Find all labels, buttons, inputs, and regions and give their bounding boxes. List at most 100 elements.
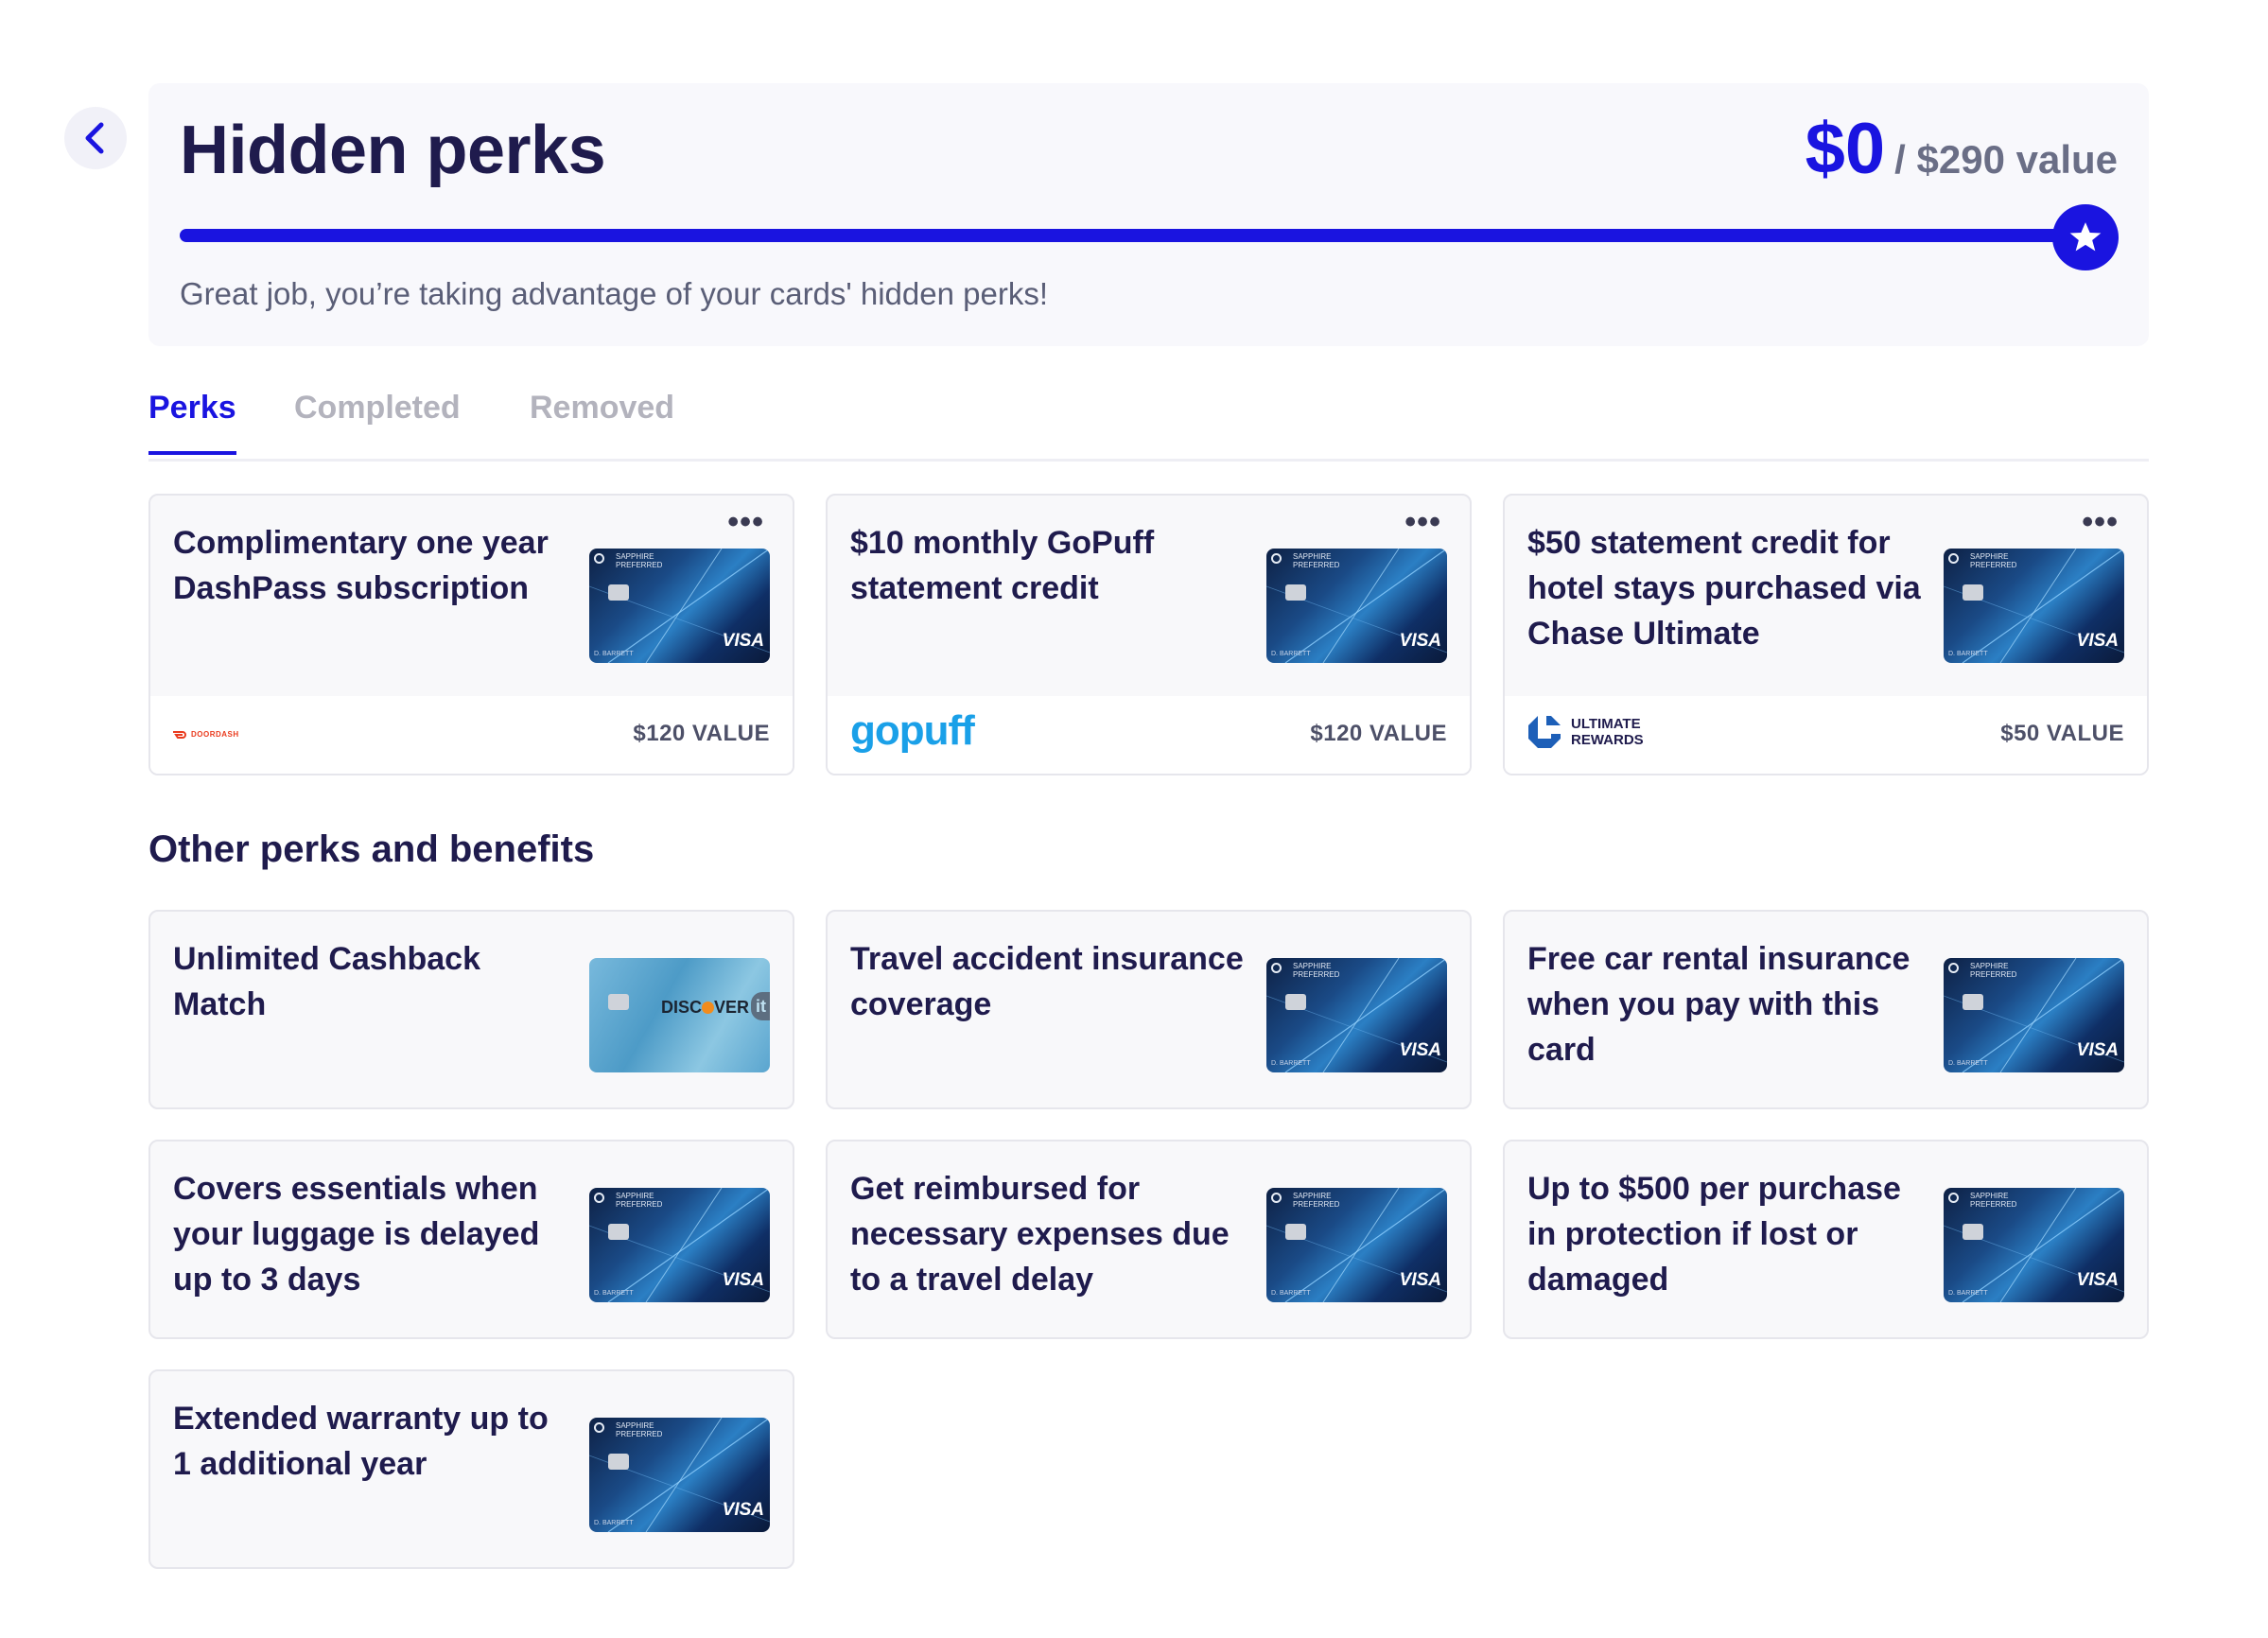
card-holder-name: D. BARRETT [1271, 1290, 1311, 1297]
doordash-icon [173, 730, 186, 739]
perk-card[interactable]: $50 statement credit for hotel stays pur… [1503, 494, 2149, 775]
tab-bar: Perks Completed Removed [148, 390, 2149, 462]
chase-sapphire-card-image: SAPPHIRE PREFERRED D. BARRETT VISA [1944, 958, 2124, 1072]
ultimate-rewards-wordmark: ULTIMATE REWARDS [1571, 716, 1644, 748]
chase-logo-icon [1271, 553, 1282, 564]
card-product-name: SAPPHIRE PREFERRED [1970, 962, 2017, 979]
card-holder-name: D. BARRETT [594, 1290, 634, 1297]
chase-logo-icon [1271, 963, 1282, 973]
chase-sapphire-card-image: SAPPHIRE PREFERRED D. BARRETT VISA [589, 549, 770, 663]
visa-logo: VISA [722, 1270, 764, 1290]
progress-message: Great job, you’re taking advantage of yo… [180, 276, 1049, 311]
discover-it-badge: it [751, 992, 770, 1020]
benefit-card[interactable]: Travel accident insurance coverage SAPPH… [826, 910, 1472, 1109]
benefit-title: Get reimbursed for necessary expenses du… [850, 1171, 1230, 1298]
visa-logo: VISA [2076, 1270, 2119, 1290]
chase-sapphire-card-image: SAPPHIRE PREFERRED D. BARRETT VISA [1266, 958, 1447, 1072]
card-product-name: SAPPHIRE PREFERRED [1293, 962, 1340, 979]
more-options-icon[interactable]: ••• [727, 506, 764, 538]
perks-value: $0 / $290 value [1806, 108, 2118, 190]
card-product-name: SAPPHIRE PREFERRED [616, 552, 663, 569]
benefit-card[interactable]: Extended warranty up to 1 additional yea… [148, 1369, 794, 1569]
card-chip [608, 584, 629, 601]
chevron-left-icon [85, 122, 104, 154]
chase-logo-icon [1948, 1193, 1959, 1203]
perks-summary-panel: Hidden perks $0 / $290 value Great job, … [148, 83, 2149, 346]
progress-fill [180, 229, 2062, 242]
perk-card-footer: ULTIMATE REWARDS $50 VALUE [1505, 696, 2147, 774]
card-holder-name: D. BARRETT [1271, 651, 1311, 657]
chase-logo-icon [1271, 1193, 1282, 1203]
perk-value: $50 VALUE [2000, 721, 2124, 746]
back-button[interactable] [64, 107, 127, 169]
perk-card[interactable]: $10 monthly GoPuff statement credit ••• … [826, 494, 1472, 775]
benefit-title: Covers essentials when your luggage is d… [173, 1171, 540, 1298]
doordash-wordmark: DOORDASH [191, 730, 239, 739]
benefit-title: Free car rental insurance when you pay w… [1527, 941, 1910, 1068]
star-badge [2052, 204, 2119, 270]
perk-value: $120 VALUE [633, 721, 770, 746]
perk-card-footer: gopuff $120 VALUE [828, 696, 1470, 774]
benefit-title: Travel accident insurance coverage [850, 941, 1244, 1022]
card-holder-name: D. BARRETT [1271, 1060, 1311, 1067]
chase-octagon-icon [1528, 716, 1561, 748]
perks-progress-bar [180, 229, 2062, 242]
perk-card-footer: DOORDASH $120 VALUE [150, 696, 793, 774]
card-product-name: SAPPHIRE PREFERRED [616, 1421, 663, 1438]
gopuff-logo: gopuff [850, 707, 975, 754]
benefit-card[interactable]: Get reimbursed for necessary expenses du… [826, 1140, 1472, 1339]
discover-it-card-image: DISC VER it [589, 958, 770, 1072]
chase-logo-icon [594, 1422, 604, 1433]
card-product-name: SAPPHIRE PREFERRED [1293, 552, 1340, 569]
chase-sapphire-card-image: SAPPHIRE PREFERRED D. BARRETT VISA [1266, 1188, 1447, 1302]
card-holder-name: D. BARRETT [1948, 1290, 1988, 1297]
card-chip [1963, 994, 1983, 1010]
chase-sapphire-card-image: SAPPHIRE PREFERRED D. BARRETT VISA [1944, 549, 2124, 663]
more-options-icon[interactable]: ••• [1404, 506, 1441, 538]
card-chip [608, 994, 629, 1010]
chase-logo-icon [1948, 963, 1959, 973]
perk-title: Complimentary one year DashPass subscrip… [173, 525, 549, 606]
card-product-name: SAPPHIRE PREFERRED [1293, 1192, 1340, 1209]
other-perks-heading: Other perks and benefits [148, 828, 595, 870]
visa-logo: VISA [722, 631, 764, 651]
benefit-title: Unlimited Cashback Match [173, 941, 480, 1022]
card-holder-name: D. BARRETT [1948, 651, 1988, 657]
card-chip [608, 1224, 629, 1240]
card-chip [608, 1454, 629, 1470]
perk-title: $10 monthly GoPuff statement credit [850, 525, 1155, 606]
total-value: / $290 value [1894, 137, 2118, 182]
tab-completed[interactable]: Completed [294, 390, 461, 451]
benefit-card[interactable]: Free car rental insurance when you pay w… [1503, 910, 2149, 1109]
card-product-name: SAPPHIRE PREFERRED [616, 1192, 663, 1209]
perk-card[interactable]: Complimentary one year DashPass subscrip… [148, 494, 794, 775]
chase-sapphire-card-image: SAPPHIRE PREFERRED D. BARRETT VISA [1266, 549, 1447, 663]
card-chip [1285, 1224, 1306, 1240]
chase-sapphire-card-image: SAPPHIRE PREFERRED D. BARRETT VISA [589, 1188, 770, 1302]
card-chip [1285, 584, 1306, 601]
tab-perks[interactable]: Perks [148, 390, 236, 455]
tab-removed[interactable]: Removed [530, 390, 674, 451]
card-holder-name: D. BARRETT [594, 1520, 634, 1526]
visa-logo: VISA [1399, 1040, 1441, 1060]
visa-logo: VISA [1399, 1270, 1441, 1290]
visa-logo: VISA [2076, 1040, 2119, 1060]
benefit-card[interactable]: Covers essentials when your luggage is d… [148, 1140, 794, 1339]
visa-logo: VISA [2076, 631, 2119, 651]
current-value: $0 [1805, 109, 1886, 189]
benefit-title: Extended warranty up to 1 additional yea… [173, 1401, 549, 1482]
card-chip [1963, 1224, 1983, 1240]
benefit-card[interactable]: Up to $500 per purchase in protection if… [1503, 1140, 2149, 1339]
perk-title: $50 statement credit for hotel stays pur… [1527, 525, 1921, 652]
card-product-name: SAPPHIRE PREFERRED [1970, 1192, 2017, 1209]
card-product-name: SAPPHIRE PREFERRED [1970, 552, 2017, 569]
discover-wordmark: DISC VER [661, 998, 750, 1017]
card-chip [1285, 994, 1306, 1010]
chase-sapphire-card-image: SAPPHIRE PREFERRED D. BARRETT VISA [589, 1418, 770, 1532]
benefit-title: Up to $500 per purchase in protection if… [1527, 1171, 1901, 1298]
benefit-card[interactable]: Unlimited Cashback Match DISC VER it [148, 910, 794, 1109]
chase-logo-icon [1948, 553, 1959, 564]
more-options-icon[interactable]: ••• [2082, 506, 2119, 538]
perk-value: $120 VALUE [1310, 721, 1447, 746]
card-holder-name: D. BARRETT [1948, 1060, 1988, 1067]
